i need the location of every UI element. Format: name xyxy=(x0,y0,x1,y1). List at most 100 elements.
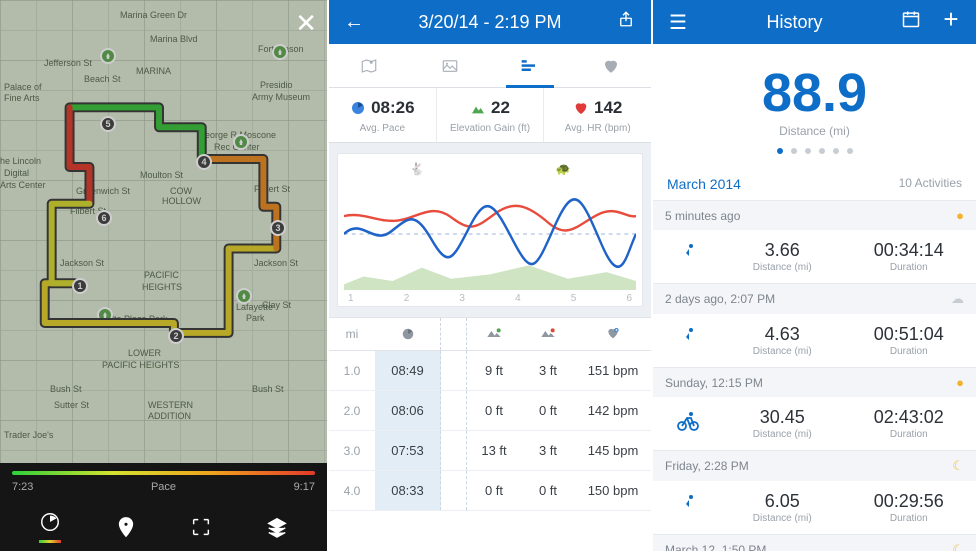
workout-title: 3/20/14 - 2:19 PM xyxy=(367,12,613,33)
menu-icon[interactable]: ☰ xyxy=(665,10,691,35)
split-pace: 08:33 xyxy=(375,471,441,510)
route-map[interactable]: Marina Green DrMarina BlvdFort MasonJeff… xyxy=(0,0,327,463)
history-hero[interactable]: 88.9 Distance (mi) xyxy=(653,44,976,168)
pace-icon xyxy=(350,100,366,116)
pace-mode-button[interactable] xyxy=(36,513,64,541)
history-row[interactable]: 2 days ago, 2:07 PM☁ 4.63Distance (mi) 0… xyxy=(653,283,976,367)
history-duration: 00:29:56Duration xyxy=(846,491,973,524)
splits-header: mi xyxy=(329,317,651,351)
pace-legend: 7:23 Pace 9:17 xyxy=(0,463,327,551)
history-header: ☰ History + xyxy=(653,0,976,44)
pace-label: Pace xyxy=(151,481,176,493)
hero-value: 88.9 xyxy=(653,66,976,120)
pace-min: 7:23 xyxy=(12,481,33,493)
split-dash xyxy=(441,471,467,510)
weather-icon: ☁ xyxy=(951,291,964,307)
activity-icon xyxy=(657,242,719,271)
history-row-body: 30.45Distance (mi) 02:43:02Duration xyxy=(653,397,976,450)
split-elev-down: 0 ft xyxy=(521,403,575,418)
tab-heart[interactable] xyxy=(571,44,652,87)
history-row[interactable]: March 12, 1:50 PM☾ xyxy=(653,534,976,551)
split-dash xyxy=(441,431,467,470)
split-elev-up: 9 ft xyxy=(467,363,521,378)
split-elev-up: 0 ft xyxy=(467,403,521,418)
weather-icon: ● xyxy=(956,375,964,390)
history-row-header: Sunday, 12:15 PM● xyxy=(653,368,976,397)
split-bpm: 151 bpm xyxy=(575,363,651,378)
stat-pace: 08:26 Avg. Pace xyxy=(329,88,437,142)
weather-icon: ☾ xyxy=(952,542,964,551)
stat-heartrate: 142 Avg. HR (bpm) xyxy=(544,88,651,142)
split-mi: 3.0 xyxy=(329,444,375,458)
tab-map[interactable] xyxy=(329,44,410,87)
stat-elev-label: Elevation Gain (ft) xyxy=(443,123,538,134)
tab-charts[interactable] xyxy=(490,44,571,87)
rabbit-icon: 🐇 xyxy=(410,162,425,176)
history-distance: 6.05Distance (mi) xyxy=(719,491,846,524)
location-button[interactable] xyxy=(112,513,140,541)
history-row[interactable]: Sunday, 12:15 PM● 30.45Distance (mi) 02:… xyxy=(653,367,976,450)
col-mi: mi xyxy=(329,327,375,341)
workout-pane: ← 3/20/14 - 2:19 PM 08:26 Avg. Pace 22 E… xyxy=(329,0,653,551)
col-spacer xyxy=(441,318,467,350)
history-row-body: 4.63Distance (mi) 00:51:04Duration xyxy=(653,314,976,367)
page-dot[interactable] xyxy=(833,148,839,154)
activity-icon xyxy=(657,493,719,522)
share-icon[interactable] xyxy=(613,9,639,35)
col-elev-up-icon xyxy=(467,327,521,342)
split-row[interactable]: 2.008:060 ft0 ft142 bpm xyxy=(329,391,651,431)
activity-icon xyxy=(657,326,719,355)
split-mi: 1.0 xyxy=(329,364,375,378)
workout-chart[interactable]: 🐇 🐢 123456 xyxy=(337,153,643,307)
history-row[interactable]: 5 minutes ago● 3.66Distance (mi) 00:34:1… xyxy=(653,200,976,283)
elevation-icon xyxy=(470,100,486,116)
calendar-icon[interactable] xyxy=(898,9,924,35)
weather-icon: ☾ xyxy=(952,458,964,474)
stat-hr-label: Avg. HR (bpm) xyxy=(550,123,645,134)
workout-tabs xyxy=(329,44,651,88)
chart-area xyxy=(344,178,636,290)
split-elev-down: 0 ft xyxy=(521,483,575,498)
layers-button[interactable] xyxy=(263,513,291,541)
split-bpm: 150 bpm xyxy=(575,483,651,498)
history-row-header: Friday, 2:28 PM☾ xyxy=(653,451,976,481)
split-dash xyxy=(441,391,467,430)
add-icon[interactable]: + xyxy=(938,9,964,35)
activity-icon xyxy=(657,409,719,438)
heart-icon xyxy=(573,100,589,116)
stat-hr-value: 142 xyxy=(594,98,622,118)
stat-elevation: 22 Elevation Gain (ft) xyxy=(437,88,545,142)
splits-table: mi 1.008:499 ft3 ft151 bpm2.008:060 ft0 … xyxy=(329,317,651,551)
split-row[interactable]: 4.008:330 ft0 ft150 bpm xyxy=(329,471,651,511)
split-elev-up: 0 ft xyxy=(467,483,521,498)
split-pace: 07:53 xyxy=(375,431,441,470)
history-row[interactable]: Friday, 2:28 PM☾ 6.05Distance (mi) 00:29… xyxy=(653,450,976,534)
x-tick: 3 xyxy=(459,293,465,304)
page-dot[interactable] xyxy=(847,148,853,154)
split-row[interactable]: 1.008:499 ft3 ft151 bpm xyxy=(329,351,651,391)
page-dot[interactable] xyxy=(791,148,797,154)
history-pane: ☰ History + 88.9 Distance (mi) March 201… xyxy=(653,0,978,551)
page-dot[interactable] xyxy=(777,148,783,154)
col-hr-icon xyxy=(575,326,651,343)
history-row-body: 6.05Distance (mi) 00:29:56Duration xyxy=(653,481,976,534)
split-row[interactable]: 3.007:5313 ft3 ft145 bpm xyxy=(329,431,651,471)
back-icon[interactable]: ← xyxy=(341,11,367,34)
history-row-header: 5 minutes ago● xyxy=(653,201,976,230)
page-dot[interactable] xyxy=(819,148,825,154)
history-duration: 00:34:14Duration xyxy=(846,240,973,273)
summary-stats: 08:26 Avg. Pace 22 Elevation Gain (ft) 1… xyxy=(329,88,651,143)
tab-photos[interactable] xyxy=(410,44,491,87)
split-bpm: 142 bpm xyxy=(575,403,651,418)
history-row-header: March 12, 1:50 PM☾ xyxy=(653,535,976,551)
history-list[interactable]: 5 minutes ago● 3.66Distance (mi) 00:34:1… xyxy=(653,200,976,551)
split-mi: 4.0 xyxy=(329,484,375,498)
split-elev-down: 3 ft xyxy=(521,443,575,458)
split-pace: 08:06 xyxy=(375,391,441,430)
page-dot[interactable] xyxy=(805,148,811,154)
split-pace: 08:49 xyxy=(375,351,441,390)
stat-pace-value: 08:26 xyxy=(371,98,414,118)
fullscreen-button[interactable] xyxy=(187,513,215,541)
history-section-header: March 2014 10 Activities xyxy=(653,168,976,200)
close-icon[interactable]: ✕ xyxy=(295,8,317,39)
